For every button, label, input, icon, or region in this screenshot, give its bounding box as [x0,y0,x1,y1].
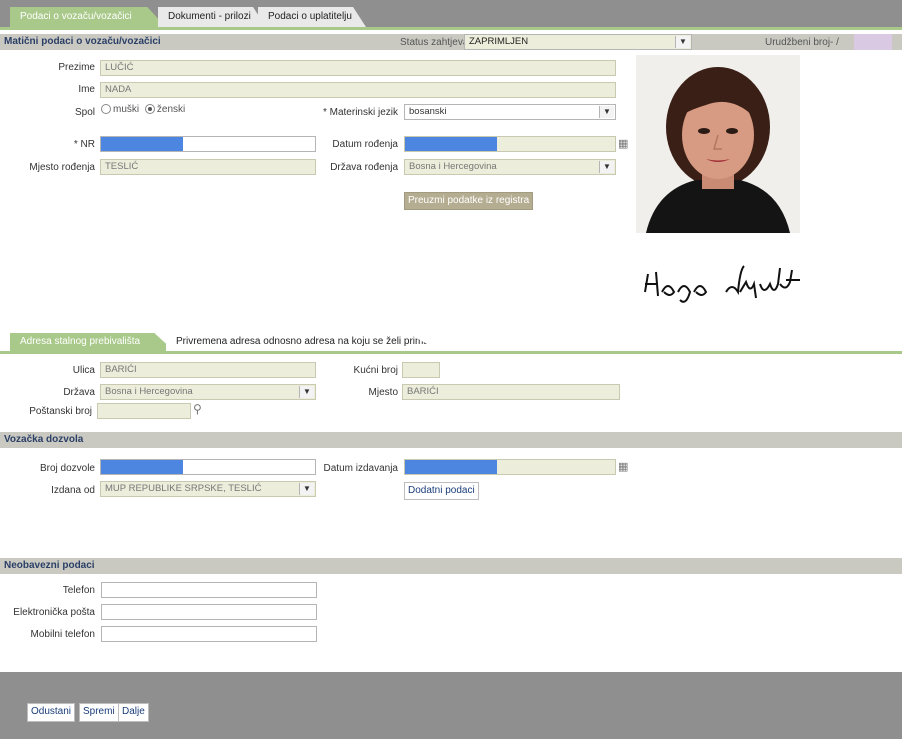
chevron-down-icon: ▼ [599,161,614,173]
radio-zensko[interactable] [144,104,155,115]
address-tab-bar: Adresa stalnog prebivališta Privremena a… [0,333,902,351]
broj-dozvole-field[interactable] [100,459,316,475]
datum-rodenja-field[interactable] [404,136,616,152]
section-vozacka-dozvola: Vozačka dozvola [0,432,902,448]
chevron-down-icon: ▼ [299,386,314,398]
drzava-label: Država [63,387,95,398]
drzava-value: Bosna i Hercegovina [105,386,193,397]
chevron-down-icon: ▼ [599,106,614,118]
broj-dozvole-label: Broj dozvole [39,463,95,474]
jezik-label: * Materinski jezik [322,107,398,118]
email-field[interactable] [101,604,317,620]
urudzbeni-value: - / [830,37,839,48]
prezime-label: Prezime [58,62,95,73]
nr-label: * NR [73,139,95,150]
driver-signature [640,262,820,312]
mjesto-label: Mjesto [368,387,398,398]
drzava-rodenja-select[interactable]: Bosna i Hercegovina ▼ [404,159,616,175]
chevron-down-icon: ▼ [299,483,314,495]
datum-izdavanja-field[interactable] [404,459,616,475]
datum-izdavanja-label: Datum izdavanja [323,463,398,474]
jezik-select[interactable]: bosanski ▼ [404,104,616,120]
drzava-select[interactable]: Bosna i Hercegovina ▼ [100,384,316,400]
status-select[interactable]: ZAPRIMLJEN ▼ [464,34,692,50]
jezik-value: bosanski [409,106,447,117]
radio-musko[interactable] [101,104,111,115]
datum-rodenja-label: Datum rođenja [332,139,398,150]
top-tab-bar: Podaci o vozaču/vozačici Dokumenti - pri… [0,0,902,27]
tab-podaci-o-vozacu[interactable]: Podaci o vozaču/vozačici [10,7,166,27]
drzava-rodenja-value: Bosna i Hercegovina [409,161,497,172]
prezime-field[interactable]: LUČIĆ [100,60,616,76]
mjesto-field[interactable]: BARIĆI [402,384,620,400]
ime-label: Ime [78,84,95,95]
postanski-field[interactable] [97,403,191,419]
spol-radio-group: muški ženski [101,104,185,115]
redacted-block [405,460,497,474]
driver-photo [636,55,800,233]
drzava-rodenja-label: Država rođenja [330,162,398,173]
section-title: Vozačka dozvola [4,434,84,445]
ulica-field[interactable]: BARIĆI [100,362,316,378]
urudzbeni-label: Urudžbeni broj [765,37,831,48]
preuzmi-podatke-button[interactable]: Preuzmi podatke iz registra [404,192,534,210]
footer-bar: Odustani Spremi Dalje [0,672,902,739]
tab-dokumenti-prilozi[interactable]: Dokumenti - prilozi [158,7,266,27]
radio-zensko-label: ženski [156,104,186,115]
tab-underline [0,27,902,30]
dodatni-podaci-button[interactable]: Dodatni podaci [404,482,479,500]
izdana-od-value: MUP REPUBLIKE SRPSKE, TESLIĆ [105,483,262,494]
kucni-broj-label: Kućni broj [353,365,398,376]
status-value: ZAPRIMLJEN [469,36,529,47]
tab-podaci-o-uplatitelju[interactable]: Podaci o uplatitelju [258,7,366,27]
search-icon[interactable]: ⚲ [193,402,202,416]
email-label: Elektronička pošta [13,607,95,618]
izdana-od-select[interactable]: MUP REPUBLIKE SRPSKE, TESLIĆ ▼ [100,481,316,497]
tab-adresa-stalnog[interactable]: Adresa stalnog prebivališta [10,333,174,351]
address-tab-underline [0,351,902,354]
redacted-block [101,460,183,474]
section-neobavezni-podaci: Neobavezni podaci [0,558,902,574]
section-title: Matični podaci o vozaču/vozačici [4,36,161,47]
telefon-label: Telefon [62,585,95,596]
radio-musko-label: muški [113,104,140,115]
ulica-label: Ulica [72,365,95,376]
chevron-down-icon: ▼ [675,36,690,48]
postanski-label: Poštanski broj [29,406,92,417]
spremi-button[interactable]: Spremi [79,703,119,722]
status-label: Status zahtjeva [400,37,469,48]
dalje-button[interactable]: Dalje [118,703,149,722]
calendar-icon[interactable]: ▦ [618,460,628,473]
tab-privremena-adresa[interactable]: Privremena adresa odnosno adresa na koju… [166,333,440,351]
kucni-broj-field[interactable] [402,362,440,378]
nr-field[interactable] [100,136,316,152]
section-title: Neobavezni podaci [4,560,95,571]
spol-label: Spol [74,107,95,118]
telefon-field[interactable] [101,582,317,598]
mobilni-field[interactable] [101,626,317,642]
ime-field[interactable]: NADA [100,82,616,98]
calendar-icon[interactable]: ▦ [618,137,628,150]
mobilni-label: Mobilni telefon [30,629,95,640]
odustani-button[interactable]: Odustani [27,703,76,722]
redacted-block [101,137,183,151]
mjesto-rodenja-field[interactable]: TESLIĆ [100,159,316,175]
urudzbeni-field[interactable] [854,34,892,50]
mjesto-rodenja-label: Mjesto rođenja [29,162,95,173]
izdana-od-label: Izdana od [51,485,95,496]
redacted-block [405,137,497,151]
